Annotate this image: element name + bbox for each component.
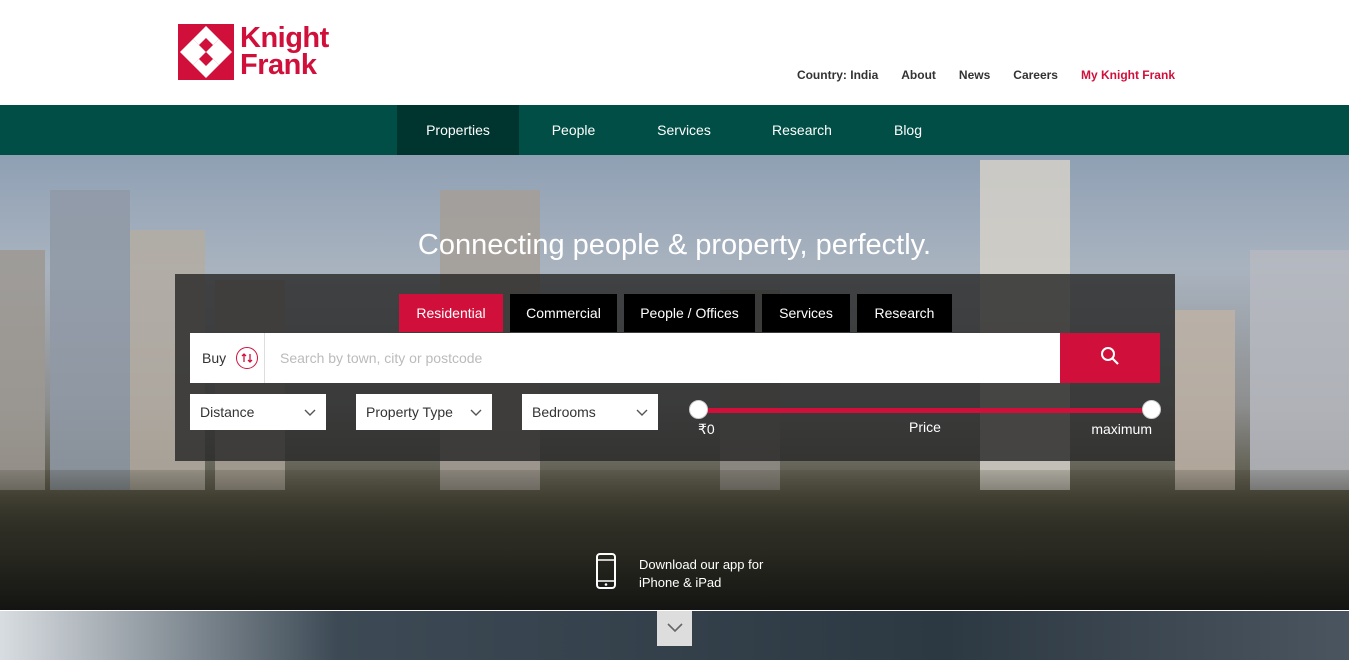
country-selector-link[interactable]: Country: India bbox=[797, 68, 878, 82]
location-search-input[interactable] bbox=[265, 333, 1060, 383]
nav-item-blog[interactable]: Blog bbox=[864, 105, 952, 155]
app-promo-line2: iPhone & iPad bbox=[639, 574, 722, 590]
search-filters: Distance Property Type Bedrooms bbox=[190, 394, 658, 430]
nav-item-services[interactable]: Services bbox=[628, 105, 740, 155]
tab-people-offices[interactable]: People / Offices bbox=[624, 294, 755, 332]
price-min-label: ₹0 bbox=[698, 421, 715, 437]
tab-services[interactable]: Services bbox=[762, 294, 850, 332]
logo-mark-icon bbox=[178, 24, 234, 80]
my-knight-frank-link[interactable]: My Knight Frank bbox=[1081, 68, 1175, 82]
price-label: Price bbox=[909, 419, 941, 435]
bedrooms-select-label: Bedrooms bbox=[532, 404, 596, 420]
swap-arrows-icon bbox=[236, 347, 259, 369]
property-type-select-label: Property Type bbox=[366, 404, 453, 420]
hero-title: Connecting people & property, perfectly. bbox=[417, 229, 932, 261]
price-min-handle[interactable] bbox=[689, 400, 708, 419]
buy-rent-toggle[interactable]: Buy bbox=[190, 333, 265, 383]
app-download-link[interactable]: Download our app for iPhone & iPad bbox=[595, 553, 763, 594]
chevron-down-icon bbox=[470, 404, 482, 420]
price-slider-track[interactable] bbox=[698, 408, 1152, 413]
distance-select[interactable]: Distance bbox=[190, 394, 326, 430]
search-bar: Buy bbox=[190, 333, 1160, 383]
hero-banner: Connecting people & property, perfectly.… bbox=[0, 155, 1349, 610]
tab-research[interactable]: Research bbox=[857, 294, 952, 332]
careers-link[interactable]: Careers bbox=[1013, 68, 1058, 82]
logo-word-knight: Knight bbox=[240, 22, 329, 54]
utility-links: Country: India About News Careers My Kni… bbox=[797, 68, 1175, 82]
nav-item-research[interactable]: Research bbox=[740, 105, 864, 155]
price-max-handle[interactable] bbox=[1142, 400, 1161, 419]
price-max-label: maximum bbox=[1091, 421, 1152, 437]
search-button[interactable] bbox=[1060, 333, 1160, 383]
knight-frank-logo[interactable]: Knight Frank bbox=[178, 24, 329, 80]
search-icon bbox=[1100, 346, 1120, 371]
scroll-down-button[interactable] bbox=[657, 611, 692, 646]
distance-select-label: Distance bbox=[200, 404, 255, 420]
property-type-select[interactable]: Property Type bbox=[356, 394, 492, 430]
chevron-down-icon bbox=[304, 404, 316, 420]
chevron-down-icon bbox=[666, 620, 683, 638]
tab-residential[interactable]: Residential bbox=[399, 294, 503, 332]
site-header: Knight Frank Country: India About News C… bbox=[0, 0, 1349, 105]
logo-word-frank: Frank bbox=[240, 49, 317, 81]
nav-item-people[interactable]: People bbox=[519, 105, 628, 155]
price-range-slider: ₹0 Price maximum bbox=[689, 399, 1161, 439]
logo-wordmark: Knight Frank bbox=[240, 22, 329, 81]
tab-commercial[interactable]: Commercial bbox=[510, 294, 617, 332]
news-link[interactable]: News bbox=[959, 68, 990, 82]
about-link[interactable]: About bbox=[901, 68, 936, 82]
property-search-panel: Residential Commercial People / Offices … bbox=[175, 274, 1175, 461]
app-promo-line1: Download our app for bbox=[639, 556, 764, 572]
chevron-down-icon bbox=[636, 404, 648, 420]
buy-label: Buy bbox=[202, 350, 227, 366]
main-nav: Properties People Services Research Blog bbox=[0, 105, 1349, 155]
phone-icon bbox=[595, 553, 617, 594]
nav-item-properties[interactable]: Properties bbox=[397, 105, 519, 155]
bedrooms-select[interactable]: Bedrooms bbox=[522, 394, 658, 430]
search-tabs: Residential Commercial People / Offices … bbox=[399, 294, 952, 332]
